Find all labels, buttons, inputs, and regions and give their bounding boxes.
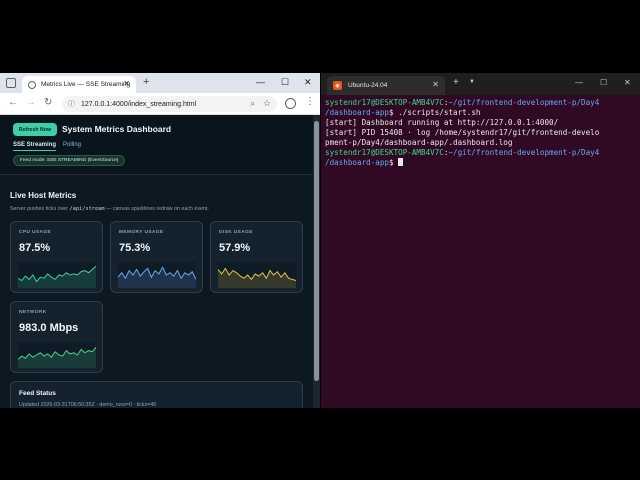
metric-label: DISK USAGE	[219, 230, 253, 235]
forward-icon[interactable]: →	[26, 97, 36, 108]
output-line: [start] Dashboard running at http://127.…	[325, 118, 559, 127]
metric-value: 57.9%	[219, 242, 251, 254]
prompt-line: systendr17@DESKTOP-AMB4V7C:~/git/fronten…	[325, 148, 600, 157]
prompt-line: systendr17@DESKTOP-AMB4V7C:~/git/fronten…	[325, 98, 600, 107]
desktop: Metrics Live — SSE Streaming ✕ + — ☐ ✕ ←…	[0, 0, 640, 480]
browser-window: Metrics Live — SSE Streaming ✕ + — ☐ ✕ ←…	[0, 73, 320, 408]
ubuntu-icon: ◉	[333, 81, 342, 90]
terminal-tab-title: Ubuntu-24.04	[348, 82, 388, 89]
browser-tab-title: Metrics Live — SSE Streaming	[41, 81, 131, 88]
network-sparkline	[18, 342, 96, 368]
site-info-icon[interactable]: ⓘ	[68, 99, 75, 109]
tab-sse-streaming[interactable]: SSE Streaming	[13, 142, 57, 151]
metric-card-memory: MEMORY USAGE 75.3%	[110, 221, 203, 293]
maximize-icon[interactable]: ☐	[600, 78, 607, 87]
desc-endpoint: /api/stream	[69, 206, 105, 212]
terminal-cursor	[398, 158, 404, 166]
tab-close-icon[interactable]: ✕	[123, 79, 130, 88]
desc-suffix: — canvas sparklines redraw on each event…	[106, 206, 209, 212]
maximize-icon[interactable]: ☐	[281, 77, 289, 88]
output-line: [start] PID 15408 · log /home/systendr17…	[325, 128, 600, 137]
dashboard-page: Refresh Now System Metrics Dashboard SSE…	[0, 115, 313, 408]
browser-tab[interactable]: Metrics Live — SSE Streaming ✕	[22, 76, 136, 93]
browser-tab-strip: Metrics Live — SSE Streaming ✕ + — ☐ ✕	[0, 73, 320, 93]
terminal-tab[interactable]: ◉ Ubuntu-24.04 ✕	[327, 76, 445, 95]
new-tab-icon[interactable]: +	[143, 76, 149, 88]
prompt-line-wrap: /dashboard-app$ ./scripts/start.sh	[325, 108, 481, 117]
section-title: Live Host Metrics	[10, 191, 77, 200]
url-text: 127.0.0.1:4000/index_streaming.html	[81, 100, 197, 108]
metric-value: 983.0 Mbps	[19, 322, 79, 334]
feed-status-line: Updated 2026-03-31T06:50:35Z · demo_runs…	[19, 402, 157, 408]
zoom-icon[interactable]: ⌕	[251, 99, 255, 109]
minimize-icon[interactable]: —	[256, 77, 265, 87]
output-line: pment-p/Day4/dashboard-app/.dashboard.lo…	[325, 138, 513, 147]
prompt-path-cont: /dashboard-app	[325, 158, 390, 167]
refresh-now-button[interactable]: Refresh Now	[13, 123, 57, 136]
metric-label: NETWORK	[19, 310, 47, 315]
minimize-icon[interactable]: —	[575, 78, 583, 87]
prompt-user: systendr17@DESKTOP-AMB4V7C	[325, 148, 444, 157]
metric-value: 75.3%	[119, 242, 151, 254]
prompt-user: systendr17@DESKTOP-AMB4V7C	[325, 98, 444, 107]
menu-kebab-icon[interactable]: ⋮	[305, 96, 315, 107]
metric-card-disk: DISK USAGE 57.9%	[210, 221, 303, 293]
tab-close-icon[interactable]: ✕	[432, 80, 439, 89]
tab-search-icon[interactable]	[6, 78, 16, 88]
feed-mode-badge: Feed mode: SSE STREAMING (EventSource)	[13, 155, 126, 166]
feed-status-title: Feed Status	[19, 390, 56, 397]
new-tab-icon[interactable]: +	[453, 77, 459, 88]
feed-status-card: Feed Status Updated 2026-03-31T06:50:35Z…	[10, 381, 303, 408]
reload-icon[interactable]: ↻	[44, 97, 52, 108]
memory-sparkline	[118, 262, 196, 288]
page-scrollbar-thumb[interactable]	[314, 121, 319, 381]
disk-sparkline	[218, 262, 296, 288]
desc-prefix: Server pushes ticks over	[10, 206, 68, 212]
prompt-path: ~/git/frontend-development-p/Day4	[448, 98, 600, 107]
tab-polling[interactable]: Polling	[63, 142, 81, 148]
metric-card-network: NETWORK 983.0 Mbps	[10, 301, 103, 373]
prompt-line-wrap: /dashboard-app$	[325, 158, 637, 168]
profile-icon[interactable]	[285, 98, 296, 109]
terminal-window: ◉ Ubuntu-24.04 ✕ + ▼ — ☐ ✕ systendr17@DE…	[321, 73, 640, 408]
metric-card-cpu: CPU USAGE 87.5%	[10, 221, 103, 293]
prompt-path-cont: /dashboard-app	[325, 108, 390, 117]
prompt-path: ~/git/frontend-development-p/Day4	[448, 148, 600, 157]
metric-value: 87.5%	[19, 242, 51, 254]
close-window-icon[interactable]: ✕	[304, 77, 312, 88]
close-window-icon[interactable]: ✕	[624, 78, 631, 87]
terminal-output[interactable]: systendr17@DESKTOP-AMB4V7C:~/git/fronten…	[325, 98, 637, 168]
bookmark-star-icon[interactable]: ☆	[263, 98, 271, 109]
address-bar[interactable]: ⓘ 127.0.0.1:4000/index_streaming.html ⌕ …	[62, 96, 277, 112]
dashboard-header: Refresh Now System Metrics Dashboard SSE…	[0, 115, 313, 175]
metric-label: MEMORY USAGE	[119, 230, 164, 235]
page-title: System Metrics Dashboard	[62, 124, 172, 134]
back-icon[interactable]: ←	[8, 97, 18, 108]
command-text: ./scripts/start.sh	[398, 108, 481, 117]
section-description: Server pushes ticks over /api/stream — c…	[10, 206, 209, 212]
chevron-down-icon[interactable]: ▼	[469, 79, 475, 85]
terminal-tab-strip: ◉ Ubuntu-24.04 ✕ + ▼ — ☐ ✕	[321, 73, 640, 95]
metric-label: CPU USAGE	[19, 230, 52, 235]
globe-icon	[28, 80, 36, 89]
cpu-sparkline	[18, 262, 96, 288]
browser-toolbar: ← → ↻ ⓘ 127.0.0.1:4000/index_streaming.h…	[0, 93, 320, 115]
